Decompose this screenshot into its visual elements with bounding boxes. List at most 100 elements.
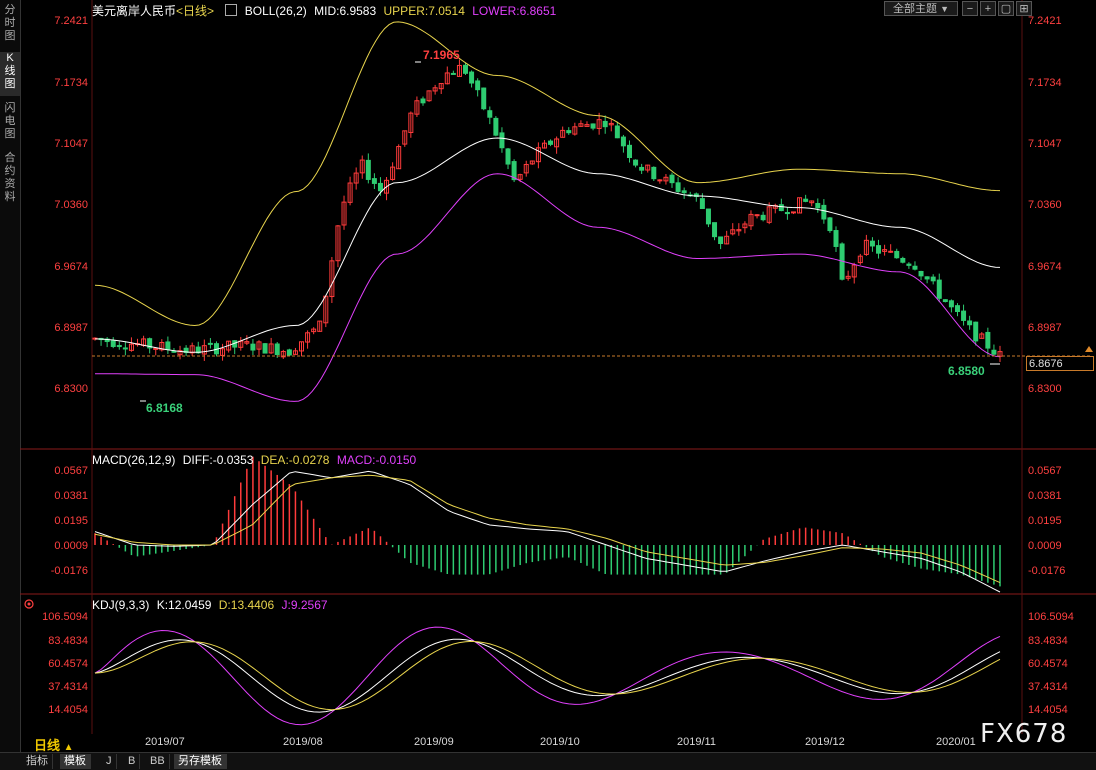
candle-body [985,331,991,349]
macd-macd-value: MACD:-0.0150 [336,453,417,467]
y-tick-main: 7.1047 [1028,138,1062,150]
tab-save-template[interactable]: 另存模板 [174,754,227,769]
tab-b[interactable]: B [124,754,141,769]
date-tick: 2019/12 [805,736,845,748]
candle-body [420,98,426,104]
candle-body [626,144,632,159]
period-tag: <日线> [176,4,215,18]
date-tick: 2019/10 [540,736,580,748]
candle-body [286,349,292,356]
candle-body [827,217,833,232]
y-tick-kdj: 106.5094 [1028,611,1074,623]
y-tick-main: 6.8987 [1028,322,1062,334]
macd-diff-line [94,470,1001,593]
date-tick: 2019/07 [145,736,185,748]
kdj-d-value: D:13.4406 [218,598,275,612]
candle-body [936,279,942,299]
macd-dea-line [94,474,1001,584]
y-tick-main: 6.9674 [1028,261,1062,273]
candle-body [365,159,371,180]
crosshair-icon[interactable]: ⊞ [1016,1,1032,16]
y-tick-macd: 0.0195 [1028,515,1062,527]
candle-body [463,64,469,74]
candle-body [900,257,906,263]
y-tick-kdj: 83.4834 [48,635,88,647]
candle-body [718,236,724,244]
candle-body [784,212,790,215]
tab-j[interactable]: J [102,754,117,769]
y-tick-macd: 0.0567 [1028,465,1062,477]
y-tick-macd: 0.0381 [54,490,88,502]
date-tick: 2020/01 [936,736,976,748]
y-tick-macd: 0.0009 [1028,540,1062,552]
y-axis-kdj: 106.5094 106.5094 83.4834 83.4834 60.4574 60.… [42,611,1074,716]
y-tick-macd: 0.0381 [1028,490,1062,502]
candle-body [705,208,711,225]
y-axis-main: 7.2421 7.2421 7.1734 7.1734 7.1047 7.1047 7.03… [54,15,1061,395]
candle-body [833,230,839,247]
y-tick-kdj: 60.4574 [1028,658,1068,670]
settings-icon[interactable] [24,599,34,609]
y-tick-main: 6.9674 [54,261,88,273]
candle-body [207,342,213,345]
candle-body [894,250,900,259]
boll-mid-value: MID:6.9583 [314,4,377,18]
tab-template[interactable]: 模板 [60,754,91,769]
date-tick: 2019/08 [283,736,323,748]
candle-body [924,276,930,280]
candle-body [991,349,997,355]
watermark-logo: FX678 [980,719,1068,749]
minus-icon[interactable]: − [962,1,978,16]
candle-body [377,182,383,192]
low-label: 6.8168 [146,401,183,415]
y-tick-kdj: 37.4314 [48,681,88,693]
candle-body [821,204,827,220]
tab-bb[interactable]: BB [146,754,170,769]
boll-upper-line [94,21,1001,327]
indicator-toggle-icon[interactable] [225,4,238,16]
y-tick-kdj: 83.4834 [1028,635,1068,647]
y-tick-macd: 0.0009 [54,540,88,552]
candle-body [165,341,171,350]
bottom-tab-bar: 指标 模板 J B BB 另存模板 [0,752,1096,770]
y-tick-macd: 0.0567 [54,465,88,477]
current-price-marker-icon [1085,346,1093,352]
theme-select[interactable]: 全部主题 ▼ [884,1,958,16]
candle-body [116,345,122,348]
plus-icon[interactable]: + [980,1,996,16]
candle-body [699,198,705,209]
candle-body [371,178,377,184]
x-axis: 日线 ▲ 2019/07 2019/08 2019/09 2019/10 2019/11… [20,734,1096,753]
tab-indicator[interactable]: 指标 [22,754,53,769]
main-panel-header: 美元离岸人民币<日线> BOLL(26,2) MID:6.9583 UPPER:… [92,2,560,19]
candle-body [633,159,639,166]
candle-body [153,347,159,350]
candle-body [590,123,596,129]
y-tick-main: 6.8987 [54,322,88,334]
instrument-name: 美元离岸人民币 [92,4,177,18]
y-tick-main: 7.2421 [1028,15,1062,27]
candle-body [487,110,493,118]
window-icon[interactable]: ▢ [998,1,1014,16]
candle-body [505,148,511,165]
y-tick-main: 7.1047 [54,138,88,150]
y-axis-macd: 0.0567 0.0567 0.0381 0.0381 0.0195 0.0195 0.00… [51,465,1066,577]
candle-body [602,120,608,128]
candle-body [651,166,657,180]
boll-lower-value: LOWER:6.8651 [472,4,557,18]
candle-body [450,72,456,75]
kdj-j-value: J:9.2567 [281,598,328,612]
candle-body [930,276,936,282]
candle-body [918,270,924,277]
y-tick-macd: -0.0176 [1028,565,1065,577]
candle-body [481,87,487,110]
y-tick-macd: -0.0176 [51,565,88,577]
current-price-box: 6.8676 [1026,356,1094,371]
y-tick-main: 7.2421 [54,15,88,27]
chart-canvas[interactable]: 7.2421 7.2421 7.1734 7.1734 7.1047 7.1047 7.03… [0,0,1096,734]
candle-body [912,265,918,270]
kdj-k-value: K:12.0459 [156,598,212,612]
candle-body [469,71,475,84]
candle-body [620,136,626,147]
high-label: 7.1965 [423,48,460,62]
